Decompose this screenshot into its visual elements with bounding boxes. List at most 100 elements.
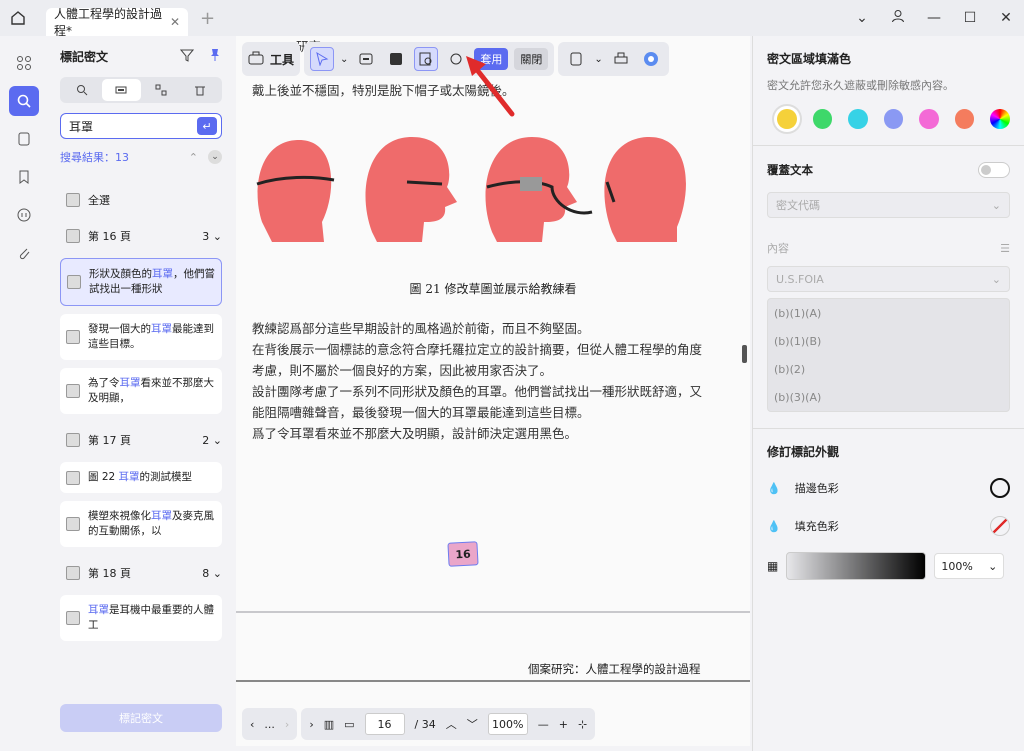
content-select[interactable]: U.S.FOIA ⌄: [767, 266, 1010, 292]
redact-text-mode-icon[interactable]: [101, 79, 141, 101]
minimize-icon[interactable]: —: [916, 10, 952, 26]
code-item[interactable]: (b)(2): [768, 355, 1009, 383]
prev-page-icon[interactable]: ︿: [446, 716, 457, 732]
color-swatch-green[interactable]: [812, 109, 833, 129]
checkbox[interactable]: [66, 611, 80, 625]
bookmark-icon[interactable]: [9, 162, 39, 192]
checkbox[interactable]: [66, 229, 80, 243]
search-mode-icon[interactable]: [62, 79, 102, 101]
prev-arrow-icon[interactable]: ‹: [250, 718, 254, 731]
overlay-code-select[interactable]: 密文代碼 ⌄: [767, 192, 1010, 218]
zoom-out-icon[interactable]: —: [538, 718, 549, 731]
maximize-icon[interactable]: ☐: [952, 10, 988, 26]
page-total: / 34: [414, 717, 436, 731]
page-count: 3: [202, 229, 210, 243]
checkbox[interactable]: [66, 517, 80, 531]
chevron-down-icon[interactable]: ⌄: [844, 10, 880, 26]
list-item[interactable]: 耳罩是耳機中最重要的人體工: [60, 595, 222, 641]
page-label: 第 16 頁: [88, 230, 131, 243]
document-tab[interactable]: 人體工程學的設計過程* ✕: [46, 7, 188, 38]
chevron-down-icon[interactable]: ⌄: [594, 54, 602, 65]
chevron-up-icon[interactable]: ⌃: [189, 151, 198, 164]
comment-icon[interactable]: [9, 200, 39, 230]
color-picker-icon[interactable]: [990, 109, 1011, 129]
search-icon[interactable]: [9, 86, 39, 116]
color-swatch-cyan[interactable]: [848, 109, 868, 129]
more-icon[interactable]: ...: [264, 718, 275, 731]
page-group-16[interactable]: 第 16 頁 3 ⌄: [48, 218, 234, 254]
settings-sliders-icon[interactable]: ☰: [1000, 242, 1010, 255]
color-swatch-purple[interactable]: [883, 109, 904, 129]
color-swatch-orange[interactable]: [954, 109, 975, 129]
page-group-17[interactable]: 第 17 頁 2 ⌄: [48, 422, 234, 458]
opacity-slider[interactable]: [786, 552, 927, 580]
search-query: 耳罩: [69, 119, 94, 134]
reading-mode-icon[interactable]: ▥: [324, 718, 334, 731]
color-swatch-pink[interactable]: [919, 109, 939, 129]
overlay-text-label: 覆蓋文本: [767, 163, 813, 177]
doc-line: 設計團隊考慮了一系列不同形狀及顏色的耳罩。他們嘗試找出一種形狀既舒適，又: [252, 384, 703, 399]
trash-icon[interactable]: [181, 79, 221, 101]
select-cursor-icon[interactable]: [310, 47, 335, 71]
save-icon[interactable]: [564, 47, 588, 71]
checkbox[interactable]: [67, 275, 81, 289]
print-icon[interactable]: [609, 47, 633, 71]
mark-redaction-button[interactable]: 標記密文: [60, 704, 222, 732]
color-swatch-yellow[interactable]: [777, 109, 797, 129]
code-item[interactable]: (b)(1)(B): [768, 327, 1009, 355]
pointer-arrow: [466, 56, 515, 117]
next-page-icon[interactable]: ﹀: [467, 716, 478, 732]
results-list: 全選 第 16 頁 3 ⌄ 形狀及顏色的耳罩，他們嘗試找出一種形狀 發現一個大的…: [48, 182, 234, 702]
fit-page-icon[interactable]: ⊹: [578, 718, 587, 731]
zoom-input[interactable]: 100%: [487, 713, 528, 735]
doc-line: 教練認爲部分這些早期設計的風格過於前衛，而且不夠堅固。: [252, 321, 590, 336]
list-item[interactable]: 圖 22 耳罩的測試模型: [60, 462, 222, 493]
tools-button[interactable]: 工具: [242, 42, 301, 76]
list-item[interactable]: 模塑來視像化耳罩及麥克風的互動關係，以: [60, 501, 222, 547]
chevron-down-icon[interactable]: ⌄: [340, 54, 348, 65]
scrollbar[interactable]: [742, 345, 747, 363]
zoom-in-icon[interactable]: +: [559, 718, 568, 731]
checkbox[interactable]: [66, 330, 80, 344]
search-redact-icon[interactable]: [414, 47, 439, 71]
code-item[interactable]: (b)(3)(A): [768, 383, 1009, 411]
expand-icon[interactable]: ›: [309, 718, 313, 731]
pin-icon[interactable]: [208, 48, 222, 65]
page-input[interactable]: 16: [364, 713, 405, 735]
content-label: 內容: [767, 242, 789, 255]
checkbox[interactable]: [66, 384, 80, 398]
page-group-18[interactable]: 第 18 頁 8 ⌄: [48, 555, 234, 591]
filter-icon[interactable]: [179, 48, 195, 65]
home-icon[interactable]: [0, 0, 36, 36]
redact-text-icon[interactable]: [354, 47, 378, 71]
checkbox[interactable]: [66, 470, 80, 485]
list-item[interactable]: 發現一個大的耳罩最能達到這些目標。: [60, 314, 222, 360]
close-tab-icon[interactable]: ✕: [170, 15, 180, 29]
stroke-color-swatch[interactable]: [990, 478, 1010, 498]
pages-icon[interactable]: [9, 124, 39, 154]
list-item[interactable]: 形狀及顏色的耳罩，他們嘗試找出一種形狀: [60, 258, 222, 306]
opacity-select[interactable]: 100% ⌄: [934, 553, 1005, 579]
select-all-row[interactable]: 全選: [48, 182, 234, 218]
add-tab-icon[interactable]: +: [200, 8, 215, 29]
enter-icon[interactable]: ↵: [197, 117, 217, 135]
fill-color-swatch[interactable]: [990, 516, 1010, 536]
overlay-text-toggle[interactable]: [978, 162, 1010, 178]
result-text: 模塑來視像化耳罩及麥克風的互動關係，以: [88, 510, 214, 537]
thumbnails-icon[interactable]: [9, 48, 39, 78]
redact-area-icon[interactable]: [384, 47, 408, 71]
ai-assistant-icon[interactable]: [639, 47, 663, 71]
checkbox[interactable]: [66, 193, 80, 207]
code-item[interactable]: (b)(1)(A): [768, 299, 1009, 327]
user-icon[interactable]: [880, 9, 916, 27]
chevron-down-icon[interactable]: ⌄: [208, 150, 222, 164]
checkbox[interactable]: [66, 566, 80, 580]
list-item[interactable]: 為了令耳罩看來並不那麼大及明顯，: [60, 368, 222, 414]
close-window-icon[interactable]: ✕: [988, 10, 1024, 26]
redact-pages-icon[interactable]: [141, 79, 181, 101]
presentation-icon[interactable]: ▭: [344, 718, 354, 731]
checkbox[interactable]: [66, 433, 80, 447]
next-arrow-icon[interactable]: ›: [285, 718, 289, 731]
search-input[interactable]: 耳罩 ↵: [60, 113, 222, 139]
attachment-icon[interactable]: [9, 238, 39, 268]
